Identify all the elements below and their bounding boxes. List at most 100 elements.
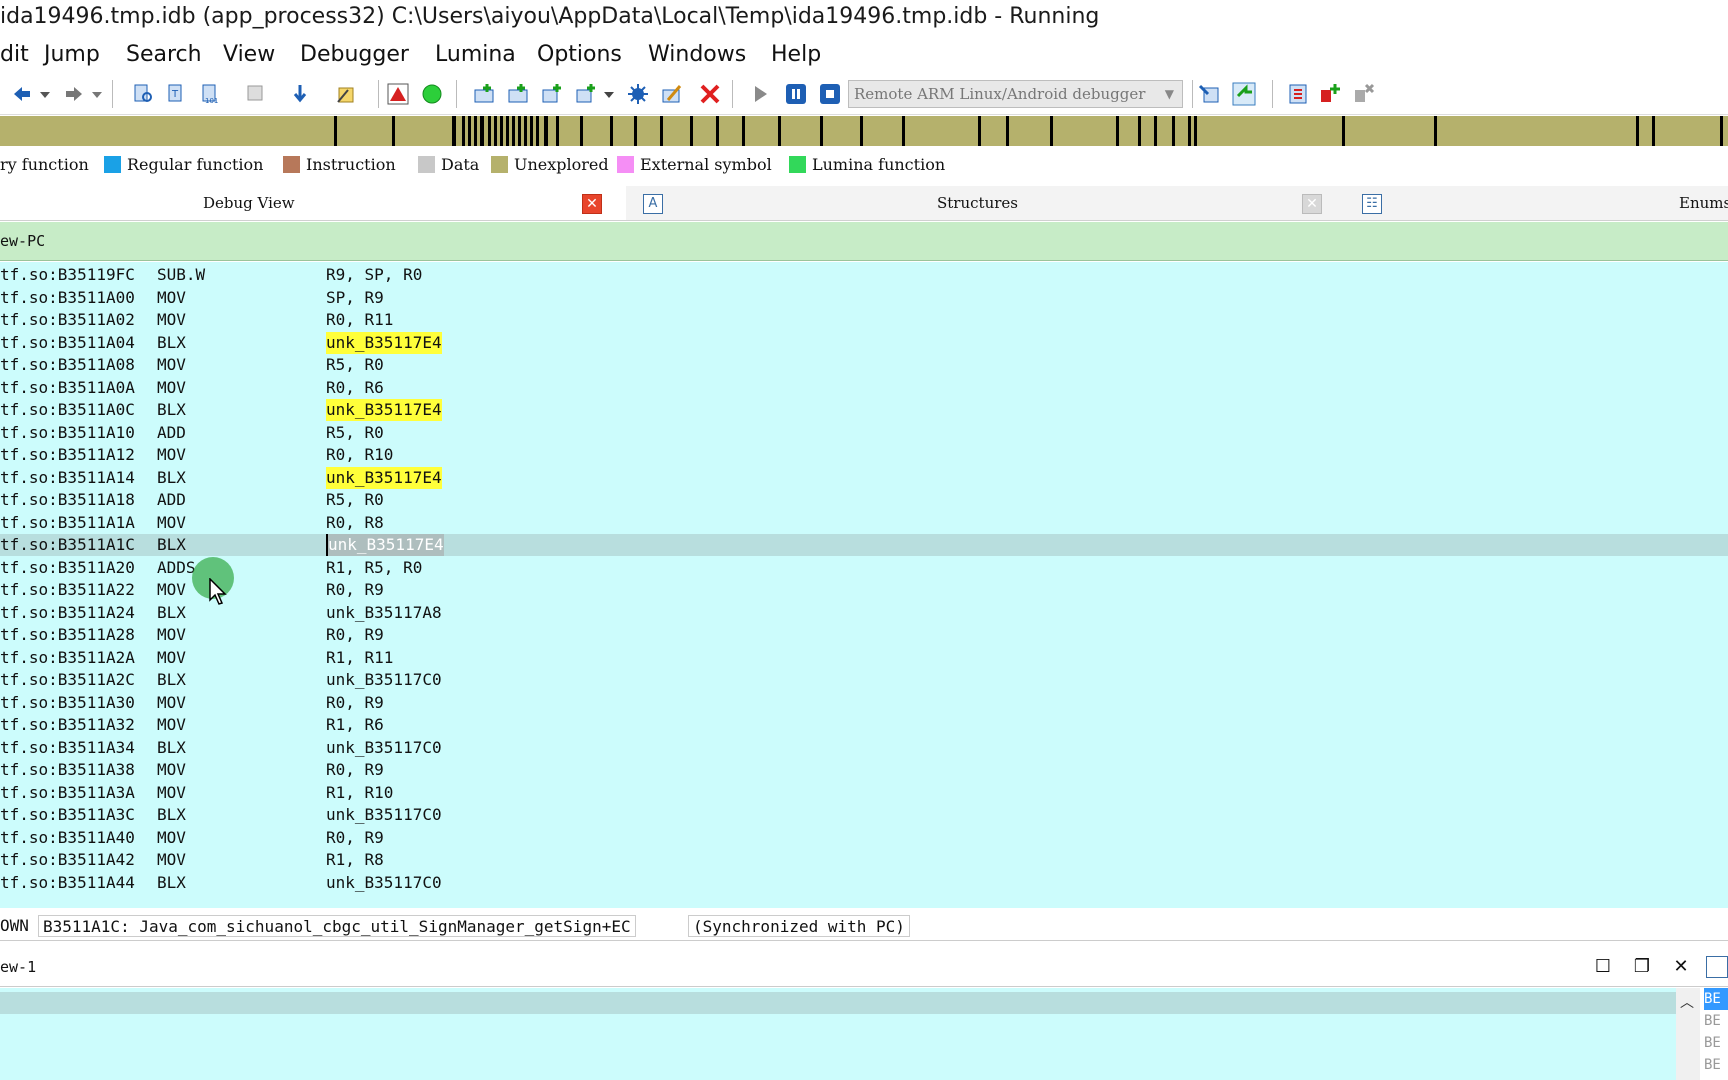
instruction-address[interactable]: tf.so:B3511A42	[0, 849, 135, 871]
instruction-mnemonic[interactable]: MOV	[157, 287, 186, 309]
instruction-operands[interactable]: R9, SP, R0	[326, 264, 422, 286]
instruction-operands[interactable]: R0, R9	[326, 759, 384, 781]
instruction-mnemonic[interactable]: MOV	[157, 782, 186, 804]
tab-structures[interactable]: A Structures ✕	[628, 186, 1340, 220]
edit-comment-icon[interactable]	[660, 82, 684, 106]
instruction-address[interactable]: tf.so:B3511A08	[0, 354, 135, 376]
instruction-address[interactable]: tf.so:B3511A3A	[0, 782, 135, 804]
instruction-mnemonic[interactable]: ADDS	[157, 557, 196, 579]
instruction-address[interactable]: tf.so:B3511A1C	[0, 534, 135, 556]
instruction-operands[interactable]: R1, R5, R0	[326, 557, 422, 579]
instruction-address[interactable]: tf.so:B3511A12	[0, 444, 135, 466]
instruction-operands[interactable]: unk_B35117E4	[326, 399, 442, 421]
data-segment-icon[interactable]	[506, 82, 530, 106]
close-icon[interactable]: ✕	[1670, 956, 1692, 978]
instruction-mnemonic[interactable]: BLX	[157, 534, 186, 556]
enum-member-icon[interactable]	[626, 82, 650, 106]
instruction-mnemonic[interactable]: BLX	[157, 737, 186, 759]
instruction-address[interactable]: tf.so:B3511A00	[0, 287, 135, 309]
instruction-address[interactable]: tf.so:B3511A0C	[0, 399, 135, 421]
instruction-mnemonic[interactable]: MOV	[157, 759, 186, 781]
listing-row[interactable]: tf.so:B3511A44 BLX unk_B35117C0	[0, 872, 1728, 894]
instruction-address[interactable]: tf.so:B3511A38	[0, 759, 135, 781]
instruction-operands[interactable]: R5, R0	[326, 422, 384, 444]
terminate-process-icon[interactable]	[818, 82, 842, 106]
instruction-address[interactable]: tf.so:B3511A32	[0, 714, 135, 736]
listing-row[interactable]: tf.so:B3511A14 BLX unk_B35117E4	[0, 466, 1728, 489]
instruction-mnemonic[interactable]: BLX	[157, 399, 186, 421]
tab-enums[interactable]: ☷ Enums	[1342, 186, 1728, 220]
forward-dropdown-icon[interactable]	[90, 82, 104, 106]
instruction-address[interactable]: tf.so:B3511A0A	[0, 377, 135, 399]
instruction-address[interactable]: tf.so:B3511A2C	[0, 669, 135, 691]
instruction-address[interactable]: tf.so:B3511A34	[0, 737, 135, 759]
immediate-search-icon[interactable]: 101	[200, 82, 224, 106]
restore-icon[interactable]: ❐	[1631, 956, 1653, 978]
instruction-operands[interactable]: R5, R0	[326, 354, 384, 376]
breakpoint-list-icon[interactable]	[1286, 82, 1310, 106]
instruction-mnemonic[interactable]: SUB.W	[157, 264, 205, 286]
add-breakpoint-icon[interactable]	[1318, 82, 1342, 106]
instruction-address[interactable]: tf.so:B3511A18	[0, 489, 135, 511]
listing-row[interactable]: tf.so:B3511A3C BLX unk_B35117C0	[0, 804, 1728, 826]
menu-jump[interactable]: Jump	[44, 42, 100, 67]
instruction-mnemonic[interactable]: ADD	[157, 489, 186, 511]
menu-windows[interactable]: Windows	[648, 42, 746, 67]
hex-view-pane[interactable]: ︿	[0, 988, 1700, 1080]
delete-icon[interactable]	[698, 82, 722, 106]
instruction-operands[interactable]: unk_B35117E4	[326, 534, 444, 556]
instruction-address[interactable]: tf.so:B3511A24	[0, 602, 135, 624]
debugger-select[interactable]: Remote ARM Linux/Android debugger ▼	[848, 80, 1183, 108]
listing-row[interactable]: tf.so:B3511A28 MOV R0, R9	[0, 624, 1728, 646]
detach-process-icon[interactable]	[1232, 82, 1256, 106]
instruction-address[interactable]: tf.so:B35119FC	[0, 264, 135, 286]
instruction-address[interactable]: tf.so:B3511A1A	[0, 512, 135, 534]
listing-row[interactable]: tf.so:B3511A1C BLX unk_B35117E4	[0, 534, 1728, 556]
instruction-address[interactable]: tf.so:B3511A20	[0, 557, 135, 579]
instruction-mnemonic[interactable]: BLX	[157, 332, 186, 354]
struct-dropdown-icon[interactable]	[602, 82, 616, 106]
menu-edit[interactable]: dit	[0, 42, 29, 67]
instruction-address[interactable]: tf.so:B3511A10	[0, 422, 135, 444]
listing-row[interactable]: tf.so:B3511A40 MOV R0, R9	[0, 827, 1728, 849]
binary-search-icon[interactable]	[132, 82, 156, 106]
forward-arrow-icon[interactable]	[62, 82, 86, 106]
disassembly-listing[interactable]: tf.so:B35119FC SUB.W R9, SP, R0 tf.so:B3511…	[0, 262, 1728, 908]
struct-var-icon[interactable]	[574, 82, 598, 106]
delete-breakpoint-icon[interactable]	[1352, 82, 1376, 106]
listing-row[interactable]: tf.so:B3511A0A MOV R0, R6	[0, 377, 1728, 399]
chevron-up-icon[interactable]: ︿	[1680, 992, 1694, 1012]
register-view-icon[interactable]	[1706, 956, 1728, 978]
instruction-address[interactable]: tf.so:B3511A14	[0, 467, 135, 489]
instruction-mnemonic[interactable]: BLX	[157, 669, 186, 691]
instruction-operands[interactable]: R0, R10	[326, 444, 393, 466]
instruction-mnemonic[interactable]: MOV	[157, 354, 186, 376]
text-search-icon[interactable]: T	[166, 82, 190, 106]
listing-row[interactable]: tf.so:B3511A02 MOV R0, R11	[0, 309, 1728, 331]
menu-debugger[interactable]: Debugger	[300, 42, 409, 67]
instruction-address[interactable]: tf.so:B3511A2A	[0, 647, 135, 669]
menu-lumina[interactable]: Lumina	[435, 42, 516, 67]
listing-row[interactable]: tf.so:B3511A42 MOV R1, R8	[0, 849, 1728, 871]
maximize-icon[interactable]: ☐	[1592, 956, 1614, 978]
instruction-operands[interactable]: R0, R9	[326, 827, 384, 849]
list-item[interactable]: BE	[1704, 1054, 1728, 1076]
instruction-operands[interactable]: R1, R10	[326, 782, 393, 804]
listing-row[interactable]: tf.so:B3511A32 MOV R1, R6	[0, 714, 1728, 736]
instruction-operands[interactable]: unk_B35117E4	[326, 466, 442, 489]
menu-help[interactable]: Help	[771, 42, 821, 67]
listing-row[interactable]: tf.so:B3511A1A MOV R0, R8	[0, 512, 1728, 534]
script-icon[interactable]	[334, 82, 358, 106]
listing-row[interactable]: tf.so:B3511A2A MOV R1, R11	[0, 647, 1728, 669]
ascii-string-icon[interactable]	[540, 82, 564, 106]
instruction-address[interactable]: tf.so:B3511A28	[0, 624, 135, 646]
instruction-operands[interactable]: unk_B35117C0	[326, 804, 442, 826]
listing-row[interactable]: tf.so:B3511A24 BLX unk_B35117A8	[0, 602, 1728, 624]
listing-row[interactable]: tf.so:B3511A08 MOV R5, R0	[0, 354, 1728, 376]
instruction-operands[interactable]: R0, R9	[326, 579, 384, 601]
instruction-mnemonic[interactable]: MOV	[157, 647, 186, 669]
instruction-operands[interactable]: R1, R8	[326, 849, 384, 871]
instruction-mnemonic[interactable]: BLX	[157, 804, 186, 826]
warning-icon[interactable]	[386, 82, 410, 106]
instruction-mnemonic[interactable]: ADD	[157, 422, 186, 444]
